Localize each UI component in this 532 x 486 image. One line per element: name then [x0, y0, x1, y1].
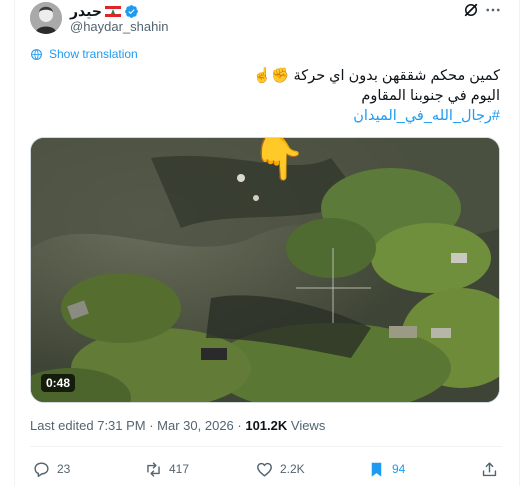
tweet-header: حيدر @haydar_shahin	[30, 0, 502, 40]
tweet-hashtag[interactable]: #رجال_الله_في_الميدان	[30, 106, 500, 126]
share-icon	[482, 461, 497, 476]
pointing-down-emoji: 👇	[251, 137, 306, 182]
like-button[interactable]: 2.2K	[255, 458, 305, 480]
bookmark-icon	[371, 462, 382, 477]
heart-icon	[257, 462, 272, 477]
edited-timestamp[interactable]: Last edited 7:31 PM · Mar 30, 2026 ·	[30, 418, 245, 433]
views-label: Views	[287, 418, 326, 433]
repost-icon	[147, 461, 160, 477]
tweet-line-2: اليوم في جنوبنا المقاوم	[361, 88, 500, 104]
reply-button[interactable]: 23	[32, 458, 70, 480]
bookmark-button[interactable]: 94	[367, 458, 405, 480]
reply-icon	[34, 461, 49, 477]
actions-divider	[30, 446, 502, 447]
views-count: 101.2K	[245, 418, 288, 433]
tweet-meta: Last edited 7:31 PM · Mar 30, 2026 · 101…	[30, 418, 325, 433]
like-count: 2.2K	[280, 462, 305, 476]
tweet-line-1: كمين محكم شققهن بدون اي حركة ✊☝️	[253, 68, 500, 84]
avatar-image	[30, 2, 62, 34]
share-button[interactable]	[480, 458, 499, 480]
repost-button[interactable]: 417	[144, 458, 189, 480]
bookmark-count: 94	[392, 462, 406, 476]
tweet-actions-bar: 23 417 2.2K 94	[30, 458, 502, 482]
show-translation-label[interactable]: Show translation	[49, 47, 138, 61]
globe-translate-icon	[31, 48, 42, 60]
tweet-text: كمين محكم شققهن بدون اي حركة ✊☝️ اليوم ف…	[30, 66, 500, 126]
tweet-video[interactable]: 👇 0:48	[30, 137, 500, 403]
repost-count: 417	[169, 462, 190, 476]
reply-count: 23	[57, 462, 71, 476]
author-name-row[interactable]: حيدر	[70, 3, 139, 19]
show-translation-link[interactable]: Show translation	[30, 47, 138, 61]
more-options-icon[interactable]	[484, 1, 502, 19]
author-display-name[interactable]: حيدر	[70, 3, 102, 20]
author-handle[interactable]: @haydar_shahin	[70, 19, 168, 34]
grok-icon[interactable]	[462, 1, 480, 19]
verified-badge-icon	[125, 4, 138, 18]
avatar[interactable]	[30, 2, 62, 34]
video-duration-badge: 0:48	[41, 374, 76, 392]
lebanon-flag-icon	[104, 5, 121, 17]
